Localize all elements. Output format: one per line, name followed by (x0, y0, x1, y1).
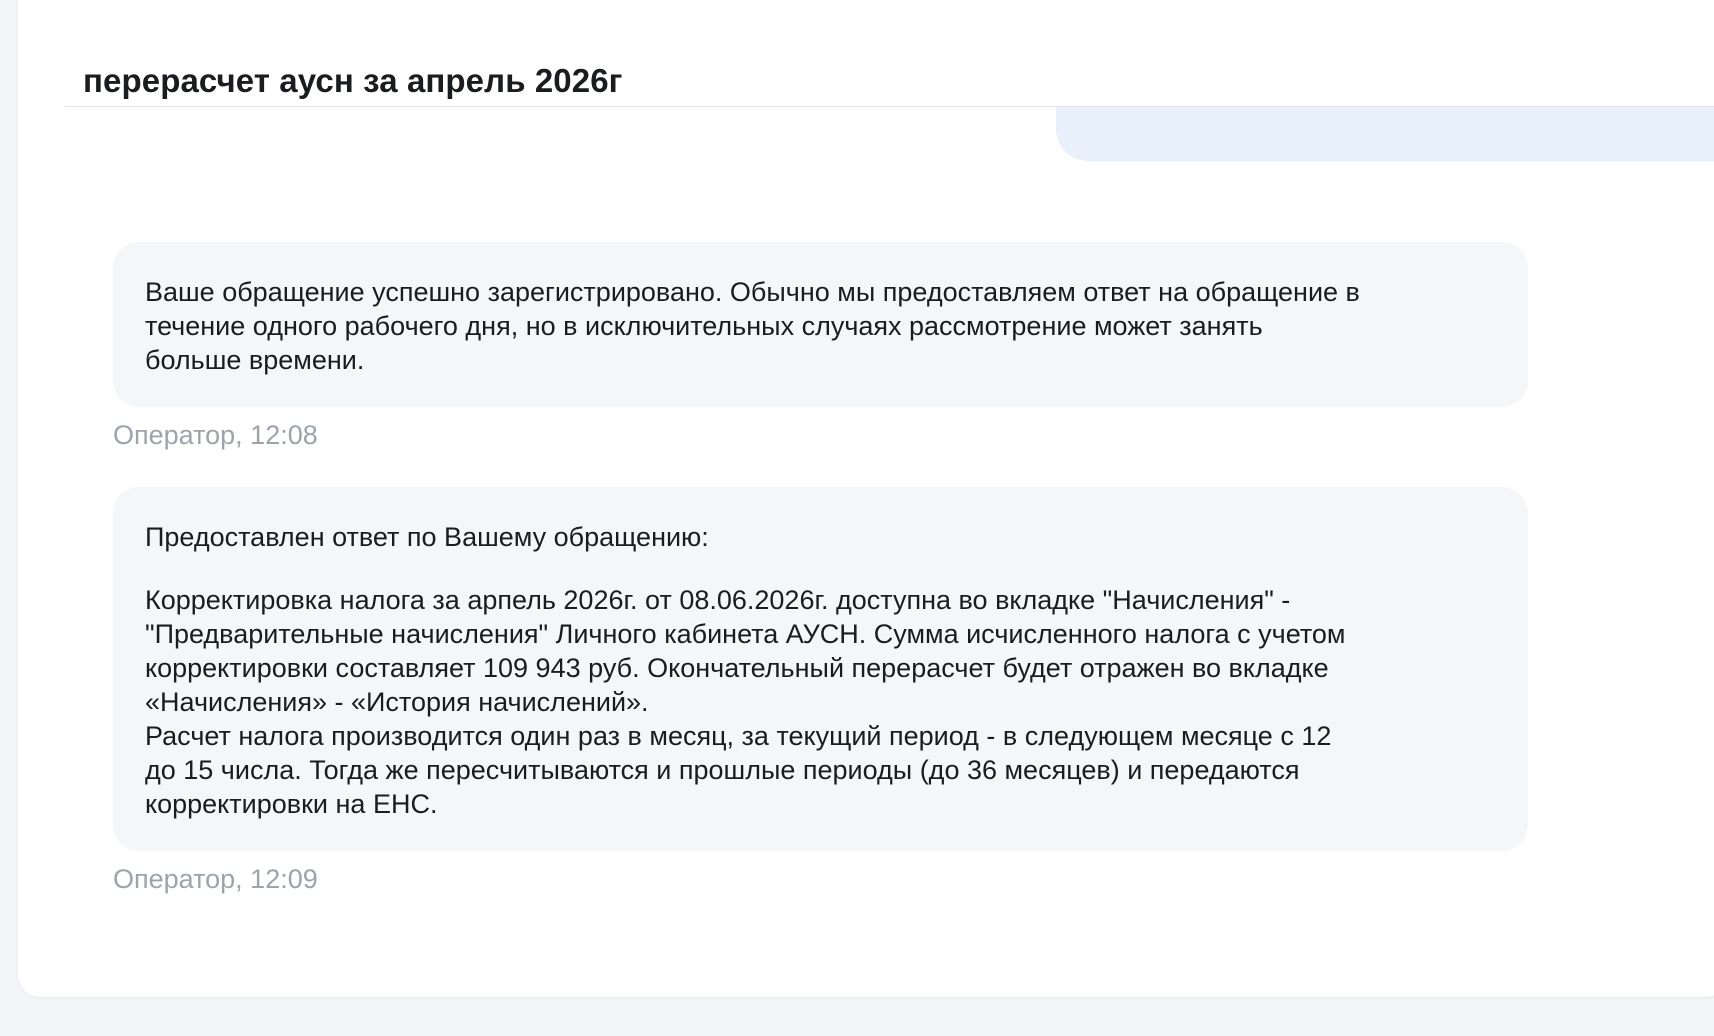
chat-card: перерасчет аусн за апрель 2026г Ваше обр… (18, 0, 1714, 997)
message-text: Корректировка налога за арпель 2026г. от… (145, 585, 1346, 819)
message-author-time: Оператор, 12:08 (113, 420, 318, 450)
operator-message-bubble: Ваше обращение успешно зарегистрировано.… (113, 242, 1528, 407)
chat-header: перерасчет аусн за апрель 2026г (65, 0, 1714, 107)
message-author-time: Оператор, 12:09 (113, 864, 318, 894)
operator-message: Предоставлен ответ по Вашему обращению: … (113, 487, 1528, 896)
message-list[interactable]: Ваше обращение успешно зарегистрировано.… (113, 242, 1528, 896)
operator-message-bubble: Предоставлен ответ по Вашему обращению: … (113, 487, 1528, 851)
message-text: Предоставлен ответ по Вашему обращению: (145, 522, 709, 552)
message-text: Ваше обращение успешно зарегистрировано.… (145, 277, 1360, 375)
operator-message: Ваше обращение успешно зарегистрировано.… (113, 242, 1528, 452)
ticket-title: перерасчет аусн за апрель 2026г (83, 62, 623, 99)
